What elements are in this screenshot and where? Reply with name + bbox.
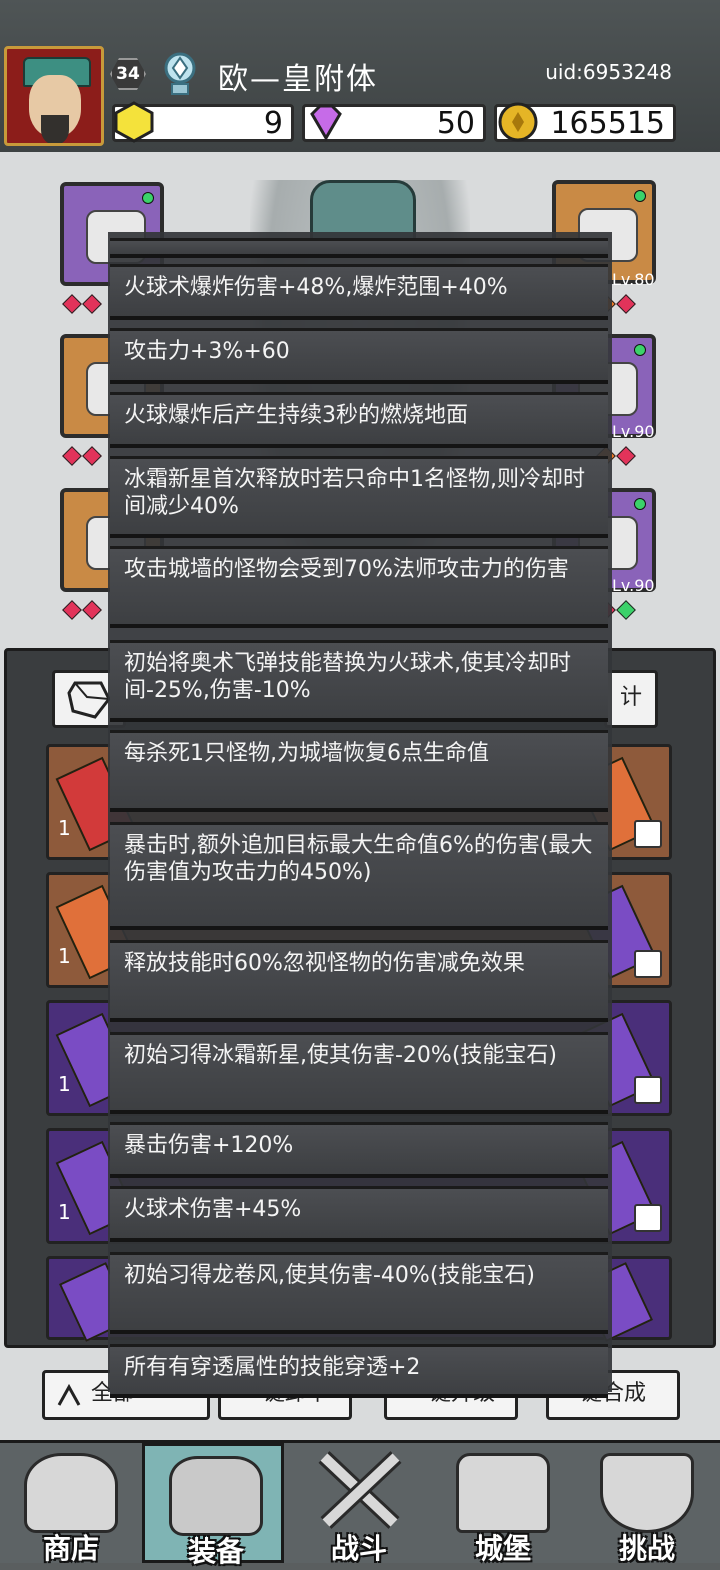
shield-icon: [600, 1453, 694, 1533]
nav-shop[interactable]: 商店: [0, 1443, 142, 1565]
nav-castle-label: 城堡: [474, 1532, 531, 1565]
tooltip-line: 每杀死1只怪物,为城墙恢复6点生命值: [110, 730, 608, 812]
tooltip-line: 火球术爆炸伤害+48%,爆炸范围+40%: [110, 264, 608, 320]
player-avatar[interactable]: [4, 46, 104, 146]
tooltip-line: 火球术伤害+45%: [110, 1186, 608, 1242]
tooltip-line: 初始将奥术飞弹技能替换为火球术,使其冷却时间-25%,伤害-10%: [110, 640, 608, 722]
slot-gems: [62, 446, 102, 466]
coin-icon: [498, 102, 538, 142]
nav-equipment-label: 装备: [187, 1535, 244, 1568]
gold-gem-icon: [114, 101, 154, 143]
player-uid: uid:6953248: [545, 60, 672, 84]
nav-battle-label: 战斗: [330, 1532, 387, 1565]
tooltip-line: 攻击城墙的怪物会受到70%法师攻击力的伤害: [110, 546, 608, 628]
tooltip-line: 释放技能时60%忽视怪物的伤害减免效果: [110, 940, 608, 1022]
tooltip-line: 暴击时,额外追加目标最大生命值6%的伤害(最大伤害值为攻击力的450%): [110, 822, 608, 930]
diamond-icon: [310, 104, 342, 141]
slot-level-label: Lv.90: [612, 422, 655, 441]
stats-tab[interactable]: 计: [604, 670, 658, 728]
slot-level-label: Lv.80: [612, 270, 655, 289]
tooltip-line: 火球爆炸后产生持续3秒的燃烧地面: [110, 392, 608, 448]
castle-icon: [456, 1453, 550, 1533]
item-count: 1: [58, 816, 71, 840]
tooltip-line: 暴击伤害+120%: [110, 1122, 608, 1178]
nav-challenge[interactable]: 挑战: [576, 1443, 718, 1565]
player-level-badge: 34: [110, 58, 146, 90]
tooltip-header-bar: [110, 238, 608, 258]
ring-type-icon: [634, 950, 662, 978]
tooltip-line: 冰霜新星首次释放时若只命中1名怪物,则冷却时间减少40%: [110, 456, 608, 538]
bottom-nav: 商店 装备 战斗 城堡 挑战: [0, 1440, 720, 1568]
tooltip-line: 攻击力+3%+60: [110, 328, 608, 384]
slot-gems: [62, 294, 102, 314]
nav-challenge-label: 挑战: [618, 1532, 675, 1565]
boots-type-icon: [634, 820, 662, 848]
nav-equipment[interactable]: 装备: [142, 1443, 284, 1568]
tooltip-line: 初始习得龙卷风,使其伤害-40%(技能宝石): [110, 1252, 608, 1334]
up-arrow-icon: [57, 1383, 81, 1406]
item-count: 1: [58, 1072, 71, 1096]
item-count: 1: [58, 1200, 71, 1224]
tooltip-line: 初始习得冰霜新星,使其伤害-20%(技能宝石): [110, 1032, 608, 1114]
trophy-icon[interactable]: [160, 50, 200, 98]
tooltip-line: 所有有穿透属性的技能穿透+2: [110, 1344, 608, 1398]
item-count: 1: [58, 944, 71, 968]
shop-icon: [24, 1453, 118, 1533]
slot-gems: [62, 600, 102, 620]
armor-type-icon: [634, 1076, 662, 1104]
nav-castle[interactable]: 城堡: [432, 1443, 574, 1565]
player-name: 欧—皇附体: [218, 62, 378, 97]
nav-shop-label: 商店: [42, 1532, 99, 1565]
boots-type-icon: [634, 1204, 662, 1232]
backpack-icon: [169, 1456, 263, 1536]
top-header: 34 欧—皇附体 uid:6953248 9 50 165515: [0, 0, 720, 155]
slot-level-label: Lv.90: [612, 576, 655, 595]
swords-icon: [318, 1451, 402, 1529]
nav-battle[interactable]: 战斗: [288, 1443, 430, 1565]
